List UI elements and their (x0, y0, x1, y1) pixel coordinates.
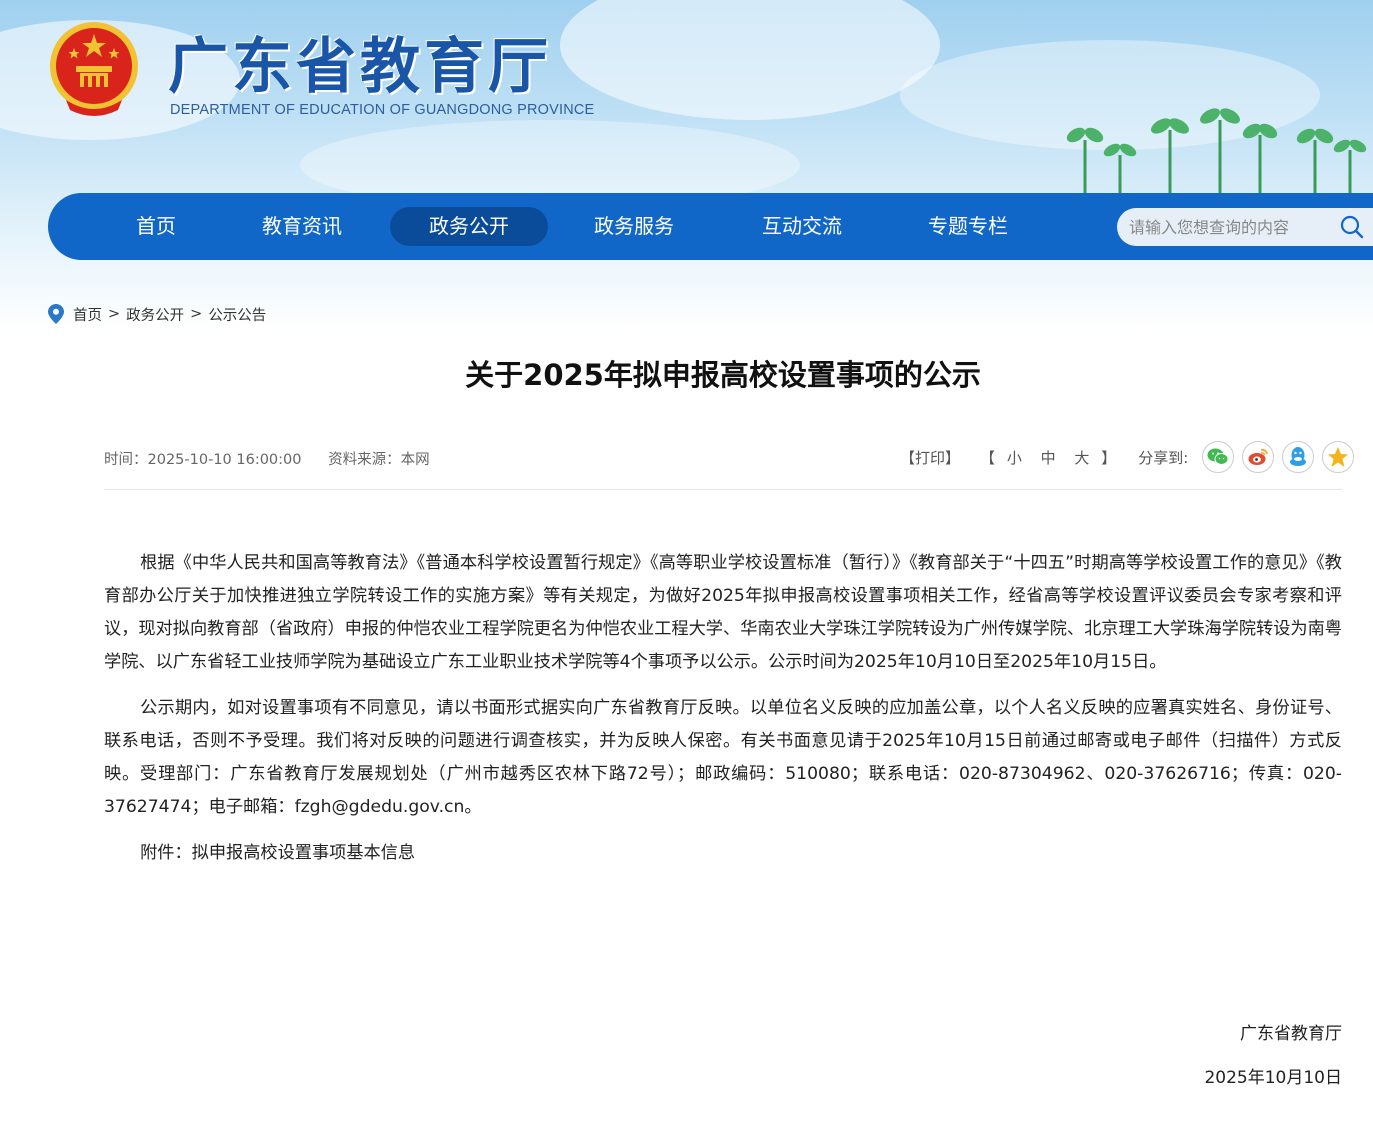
article-body: 根据《中华人民共和国高等教育法》《普通本科学校设置暂行规定》《高等职业学校设置标… (104, 547, 1342, 883)
meta-divider (104, 489, 1342, 490)
search-icon[interactable] (1339, 214, 1365, 240)
signature-date: 2025年10月10日 (1204, 1068, 1342, 1088)
nav-item-special-topics[interactable]: 专题专栏 (908, 207, 1028, 246)
bracket-open: 【 (980, 448, 996, 467)
nav-item-education-news[interactable]: 教育资讯 (242, 207, 362, 246)
qzone-icon (1328, 447, 1349, 467)
national-emblem-icon (50, 22, 138, 116)
attachment-link[interactable]: 附件：拟申报高校设置事项基本信息 (104, 837, 1342, 870)
share-weibo-button[interactable] (1242, 441, 1275, 473)
sprout-decoration (1066, 108, 1367, 195)
share-qzone-button[interactable] (1322, 441, 1355, 473)
wechat-icon (1207, 448, 1229, 465)
font-size-selector: 【 小 中 大 】 (980, 447, 1116, 468)
cloud-decoration (560, 0, 940, 120)
breadcrumb: 首页 > 政务公开 > 公示公告 (48, 303, 266, 325)
share-qq-button[interactable] (1282, 441, 1315, 473)
nav-item-interaction[interactable]: 互动交流 (742, 207, 862, 246)
article-paragraph: 公示期内，如对设置事项有不同意见，请以书面形式据实向广东省教育厅反映。以单位名义… (104, 698, 1342, 817)
share-label: 分享到: (1138, 448, 1189, 467)
article-source: 资料来源：本网 (328, 452, 430, 468)
breadcrumb-separator: > (108, 306, 121, 322)
article-meta: 时间：2025-10-10 16:00:00 资料来源：本网 (104, 448, 452, 469)
article-title: 关于2025年拟申报高校设置事项的公示 (465, 358, 981, 392)
article-tools: 【打印】 【 小 中 大 】 分享到: (900, 440, 1355, 474)
location-pin-icon (48, 304, 64, 324)
breadcrumb-separator: > (190, 306, 203, 322)
bracket-close: 】 (1101, 448, 1117, 467)
nav-item-home[interactable]: 首页 (108, 207, 204, 246)
nav-item-government-services[interactable]: 政务服务 (574, 207, 694, 246)
search-box (1117, 208, 1373, 246)
print-button[interactable]: 【打印】 (900, 447, 960, 468)
search-input[interactable] (1117, 208, 1337, 246)
site-subtitle: DEPARTMENT OF EDUCATION OF GUANGDONG PRO… (170, 102, 595, 118)
nav-item-government-affairs[interactable]: 政务公开 (390, 207, 548, 246)
signature-organization: 广东省教育厅 (1240, 1024, 1342, 1044)
share-wechat-button[interactable] (1202, 441, 1235, 473)
breadcrumb-home-link[interactable]: 首页 (73, 304, 102, 325)
breadcrumb-announcements-link[interactable]: 公示公告 (208, 304, 266, 325)
main-nav: 首页 教育资讯 政务公开 政务服务 互动交流 专题专栏 (48, 193, 1373, 260)
site-title: 广东省教育厅 (168, 32, 552, 102)
article-paragraph: 根据《中华人民共和国高等教育法》《普通本科学校设置暂行规定》《高等职业学校设置标… (104, 553, 1342, 672)
qq-icon (1290, 447, 1307, 466)
font-size-medium-button[interactable]: 中 (1041, 449, 1056, 467)
site-header: 广东省教育厅 DEPARTMENT OF EDUCATION OF GUANGD… (0, 0, 1373, 330)
font-size-small-button[interactable]: 小 (1007, 449, 1022, 467)
breadcrumb-government-affairs-link[interactable]: 政务公开 (126, 304, 184, 325)
publish-time: 时间：2025-10-10 16:00:00 (104, 452, 302, 468)
article-signature: 广东省教育厅 2025年10月10日 (1204, 1012, 1342, 1100)
weibo-icon (1248, 448, 1269, 465)
font-size-large-button[interactable]: 大 (1074, 449, 1089, 467)
